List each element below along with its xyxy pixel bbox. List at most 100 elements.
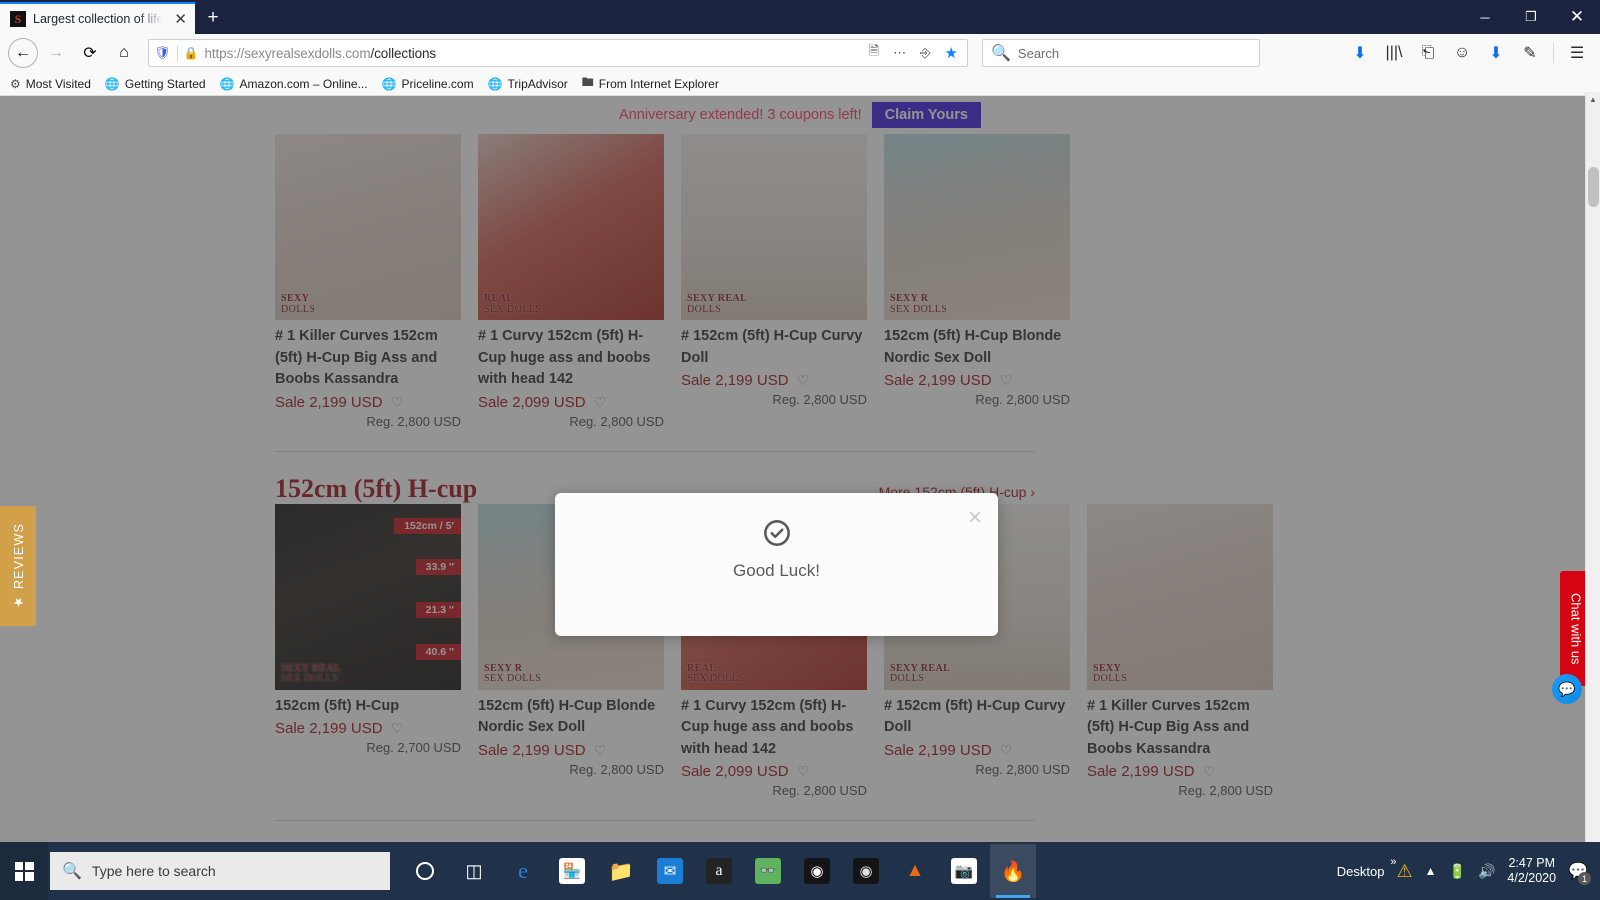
- bookmark-label: Most Visited: [25, 76, 91, 91]
- browser-navbar: ← → ⟳ ⌂ 🛡 🔒 https://sexyrealsexdolls.com…: [0, 34, 1600, 72]
- gear-icon: ⚙: [10, 76, 21, 91]
- lock-icon: 🔒: [183, 46, 199, 60]
- notification-badge: 1: [1578, 872, 1591, 885]
- bookmark-label: Amazon.com – Online...: [239, 76, 368, 91]
- search-icon: 🔍: [62, 863, 82, 880]
- bookmark-label: Getting Started: [124, 76, 206, 91]
- task-view-icon[interactable]: ◫: [451, 844, 497, 898]
- back-button[interactable]: ←: [8, 38, 38, 68]
- reviews-tab[interactable]: ★ REVIEWS: [0, 506, 36, 626]
- tab-close-icon[interactable]: ✕: [174, 12, 187, 27]
- chat-tab-label: Chat with us: [1568, 592, 1584, 665]
- vlc-icon[interactable]: ▲: [892, 844, 938, 898]
- notifications-icon[interactable]: 💬 1: [1568, 861, 1591, 885]
- colorwheel-icon[interactable]: ◉: [843, 844, 889, 898]
- bookmark-from-ie[interactable]: 🖿 From Internet Explorer: [582, 73, 719, 94]
- search-placeholder: Search: [1017, 45, 1060, 61]
- clock[interactable]: 2:47 PM 4/2/2020: [1507, 856, 1556, 886]
- taskbar-search-placeholder: Type here to search: [91, 863, 216, 879]
- window-controls: ─ ❐ ✕: [1462, 0, 1600, 34]
- reviews-tab-label: ★ REVIEWS: [11, 522, 26, 610]
- warning-icon[interactable]: ⚠: [1397, 861, 1413, 882]
- check-circle-icon: [555, 493, 998, 552]
- page-viewport: Anniversary extended! 3 coupons left! Cl…: [0, 96, 1600, 846]
- edge-icon[interactable]: e: [500, 844, 546, 898]
- firefox-icon[interactable]: 🔥: [990, 844, 1036, 898]
- account-icon[interactable]: ☺: [1447, 39, 1477, 67]
- minimize-button[interactable]: ─: [1462, 0, 1508, 34]
- bookmark-tripadvisor[interactable]: 🌐 TripAdvisor: [488, 77, 568, 91]
- globe-icon: 🌐: [219, 76, 235, 91]
- tab-favicon: S: [10, 11, 26, 27]
- save-to-pocket-icon[interactable]: ⬇: [1481, 39, 1511, 67]
- bookmarks-bar: ⚙ Most Visited 🌐 Getting Started 🌐 Amazo…: [0, 72, 1600, 96]
- forward-button[interactable]: →: [40, 38, 72, 68]
- pocket-icon[interactable]: ⎆: [916, 45, 934, 61]
- browser-tab[interactable]: S Largest collection of lifelike adu ✕: [0, 2, 195, 34]
- taskbar-search-input[interactable]: 🔍 Type here to search: [50, 852, 390, 890]
- globe-icon: 🌐: [487, 76, 503, 91]
- bookmark-star-icon[interactable]: ★: [941, 44, 962, 62]
- page-scrollbar[interactable]: ▲: [1585, 92, 1600, 842]
- bookmark-label: From Internet Explorer: [598, 76, 719, 91]
- browser-titlebar: S Largest collection of lifelike adu ✕ +…: [0, 0, 1600, 34]
- bookmark-getting-started[interactable]: 🌐 Getting Started: [105, 77, 206, 91]
- browser-toolbar-icons: ⬇ |||\ ⎗ ☺ ⬇ ✎ ☰: [1345, 39, 1592, 67]
- bookmark-most-visited[interactable]: ⚙ Most Visited: [10, 77, 91, 91]
- menu-icon[interactable]: ☰: [1562, 39, 1592, 67]
- home-icon[interactable]: ⌂: [108, 38, 140, 68]
- bookmark-label: TripAdvisor: [507, 76, 568, 91]
- amazon-icon[interactable]: a: [696, 844, 742, 898]
- bookmark-amazon[interactable]: 🌐 Amazon.com – Online...: [220, 77, 368, 91]
- page-actions-icon[interactable]: ⋯: [889, 45, 910, 61]
- scrollbar-thumb[interactable]: [1588, 167, 1599, 207]
- globe-icon: 🌐: [381, 76, 397, 91]
- divider: [176, 45, 178, 61]
- address-bar[interactable]: 🛡 🔒 https://sexyrealsexdolls.com/collect…: [148, 39, 968, 67]
- mail-icon[interactable]: ✉: [647, 844, 693, 898]
- chevron-up-icon[interactable]: ▲: [1425, 864, 1437, 878]
- good-luck-modal: × Good Luck!: [555, 493, 998, 636]
- highlighter-icon[interactable]: ✎: [1515, 39, 1545, 67]
- modal-message: Good Luck!: [733, 561, 820, 580]
- desktop-text: Desktop: [1336, 863, 1385, 879]
- start-button[interactable]: [0, 842, 48, 900]
- maximize-button[interactable]: ❐: [1508, 0, 1554, 34]
- overflow-icon[interactable]: »: [1390, 856, 1396, 868]
- store-icon[interactable]: 🏪: [549, 844, 595, 898]
- tracking-protection-shield-icon[interactable]: 🛡: [154, 45, 171, 61]
- cortana-icon[interactable]: [402, 844, 448, 898]
- reader-view-icon[interactable]: 🗎: [865, 42, 883, 64]
- system-tray: Desktop » ⚠ ▲ 🔋 🔊 2:47 PM 4/2/2020 💬 1: [1337, 856, 1600, 886]
- modal-overlay[interactable]: [0, 96, 1600, 846]
- clock-time: 2:47 PM: [1508, 856, 1556, 870]
- webcam-icon[interactable]: ◉: [794, 844, 840, 898]
- folder-icon: 🖿: [581, 75, 594, 89]
- search-icon: 🔍: [991, 45, 1011, 62]
- library-icon[interactable]: |||\: [1379, 39, 1409, 67]
- sidebar-icon[interactable]: ⎗: [1413, 39, 1443, 67]
- url-text: https://sexyrealsexdolls.com/collections: [204, 45, 437, 61]
- chat-bubble-icon[interactable]: 💬: [1552, 674, 1582, 704]
- reload-button[interactable]: ⟳: [74, 38, 106, 68]
- search-bar[interactable]: 🔍 Search: [982, 39, 1260, 67]
- tripadvisor-icon[interactable]: 👓: [745, 844, 791, 898]
- taskbar-apps: ◫ e 🏪 📁 ✉ a 👓 ◉ ◉ ▲ 📷 🔥: [402, 844, 1036, 898]
- clock-date: 4/2/2020: [1507, 871, 1557, 885]
- modal-close-icon[interactable]: ×: [968, 506, 982, 530]
- scroll-up-arrow-icon[interactable]: ▲: [1586, 92, 1600, 107]
- file-explorer-icon[interactable]: 📁: [598, 844, 644, 898]
- windows-logo-icon: [14, 861, 34, 881]
- desktop-label[interactable]: Desktop »: [1336, 856, 1397, 879]
- volume-icon[interactable]: 🔊: [1478, 863, 1495, 880]
- new-tab-button[interactable]: +: [195, 2, 231, 34]
- bookmark-priceline[interactable]: 🌐 Priceline.com: [382, 77, 474, 91]
- close-window-button[interactable]: ✕: [1554, 0, 1600, 34]
- globe-icon: 🌐: [104, 76, 120, 91]
- battery-icon[interactable]: 🔋: [1449, 863, 1466, 880]
- toolbar-divider: [1553, 43, 1554, 63]
- windows-taskbar: 🔍 Type here to search ◫ e 🏪 📁 ✉ a 👓 ◉ ◉ …: [0, 842, 1600, 900]
- downloads-icon[interactable]: ⬇: [1345, 39, 1375, 67]
- tab-title: Largest collection of lifelike adu: [33, 12, 167, 26]
- camera-icon[interactable]: 📷: [941, 844, 987, 898]
